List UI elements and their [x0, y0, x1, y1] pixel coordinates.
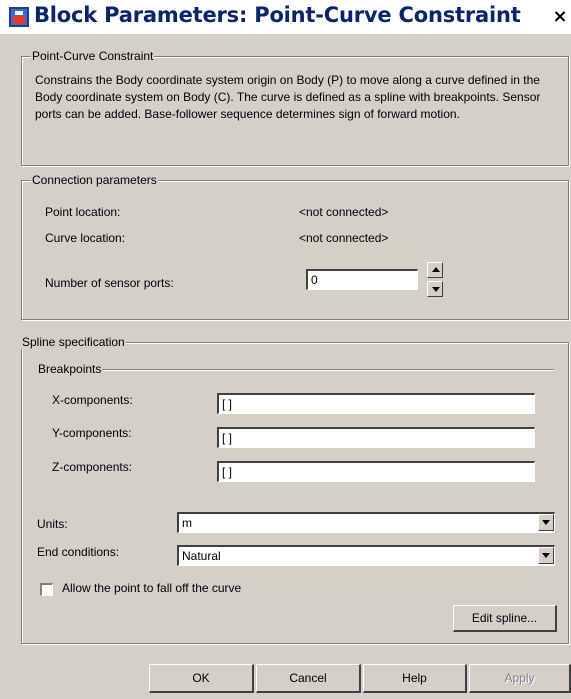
window-title: Block Parameters: Point-Curve Constraint [34, 3, 521, 27]
x-components-input[interactable]: [ ] [217, 393, 535, 414]
spin-up-arrow-icon [432, 267, 440, 272]
sensor-ports-spin-up[interactable] [427, 262, 443, 278]
y-components-input[interactable]: [ ] [217, 427, 535, 448]
description-group-legend: Point-Curve Constraint [31, 49, 155, 63]
curve-location-value: <not connected> [299, 231, 389, 245]
end-conditions-select-value: Natural [182, 549, 221, 563]
sensor-ports-label: Number of sensor ports: [45, 276, 174, 290]
units-label: Units: [37, 517, 68, 531]
y-components-label: Y-components: [52, 426, 132, 440]
cancel-button[interactable]: Cancel [256, 664, 361, 693]
curve-location-label: Curve location: [45, 231, 126, 245]
ok-button[interactable]: OK [149, 664, 254, 693]
chevron-down-icon [542, 553, 550, 558]
units-dropdown-button[interactable] [538, 514, 554, 531]
connection-parameters-legend: Connection parameters [31, 173, 158, 187]
point-location-label: Point location: [45, 205, 121, 219]
z-components-input[interactable]: [ ] [217, 461, 535, 482]
units-select-value: m [182, 516, 192, 530]
breakpoints-label: Breakpoints [38, 362, 102, 376]
end-conditions-dropdown-button[interactable] [538, 547, 554, 564]
description-group: Point-Curve Constraint Constrains the Bo… [21, 49, 569, 166]
allow-falloff-checkbox[interactable] [40, 583, 53, 596]
units-select[interactable]: m [177, 512, 555, 533]
edit-spline-button[interactable]: Edit spline... [453, 605, 557, 632]
simulink-block-icon [9, 7, 29, 27]
spin-down-arrow-icon [432, 287, 440, 292]
end-conditions-label: End conditions: [37, 545, 120, 559]
z-components-label: Z-components: [52, 460, 133, 474]
help-button[interactable]: Help [363, 664, 467, 693]
breakpoints-separator [102, 369, 554, 371]
x-components-label: X-components: [52, 393, 133, 407]
block-description: Constrains the Body coordinate system or… [35, 73, 541, 121]
allow-falloff-label[interactable]: Allow the point to fall off the curve [62, 581, 241, 595]
sensor-ports-input[interactable]: 0 [306, 269, 418, 290]
chevron-down-icon [542, 520, 550, 525]
point-location-value: <not connected> [299, 205, 389, 219]
title-bar: Block Parameters: Point-Curve Constraint… [0, 0, 571, 34]
close-icon[interactable]: × [551, 8, 569, 26]
apply-button[interactable]: Apply [469, 664, 571, 693]
connection-parameters-group: Connection parameters Point location: <n… [21, 173, 569, 320]
sensor-ports-spin-down[interactable] [427, 281, 443, 297]
spline-specification-legend: Spline specification [21, 335, 126, 349]
spline-specification-group: Spline specification Breakpoints X-compo… [21, 335, 569, 644]
end-conditions-select[interactable]: Natural [177, 545, 555, 566]
